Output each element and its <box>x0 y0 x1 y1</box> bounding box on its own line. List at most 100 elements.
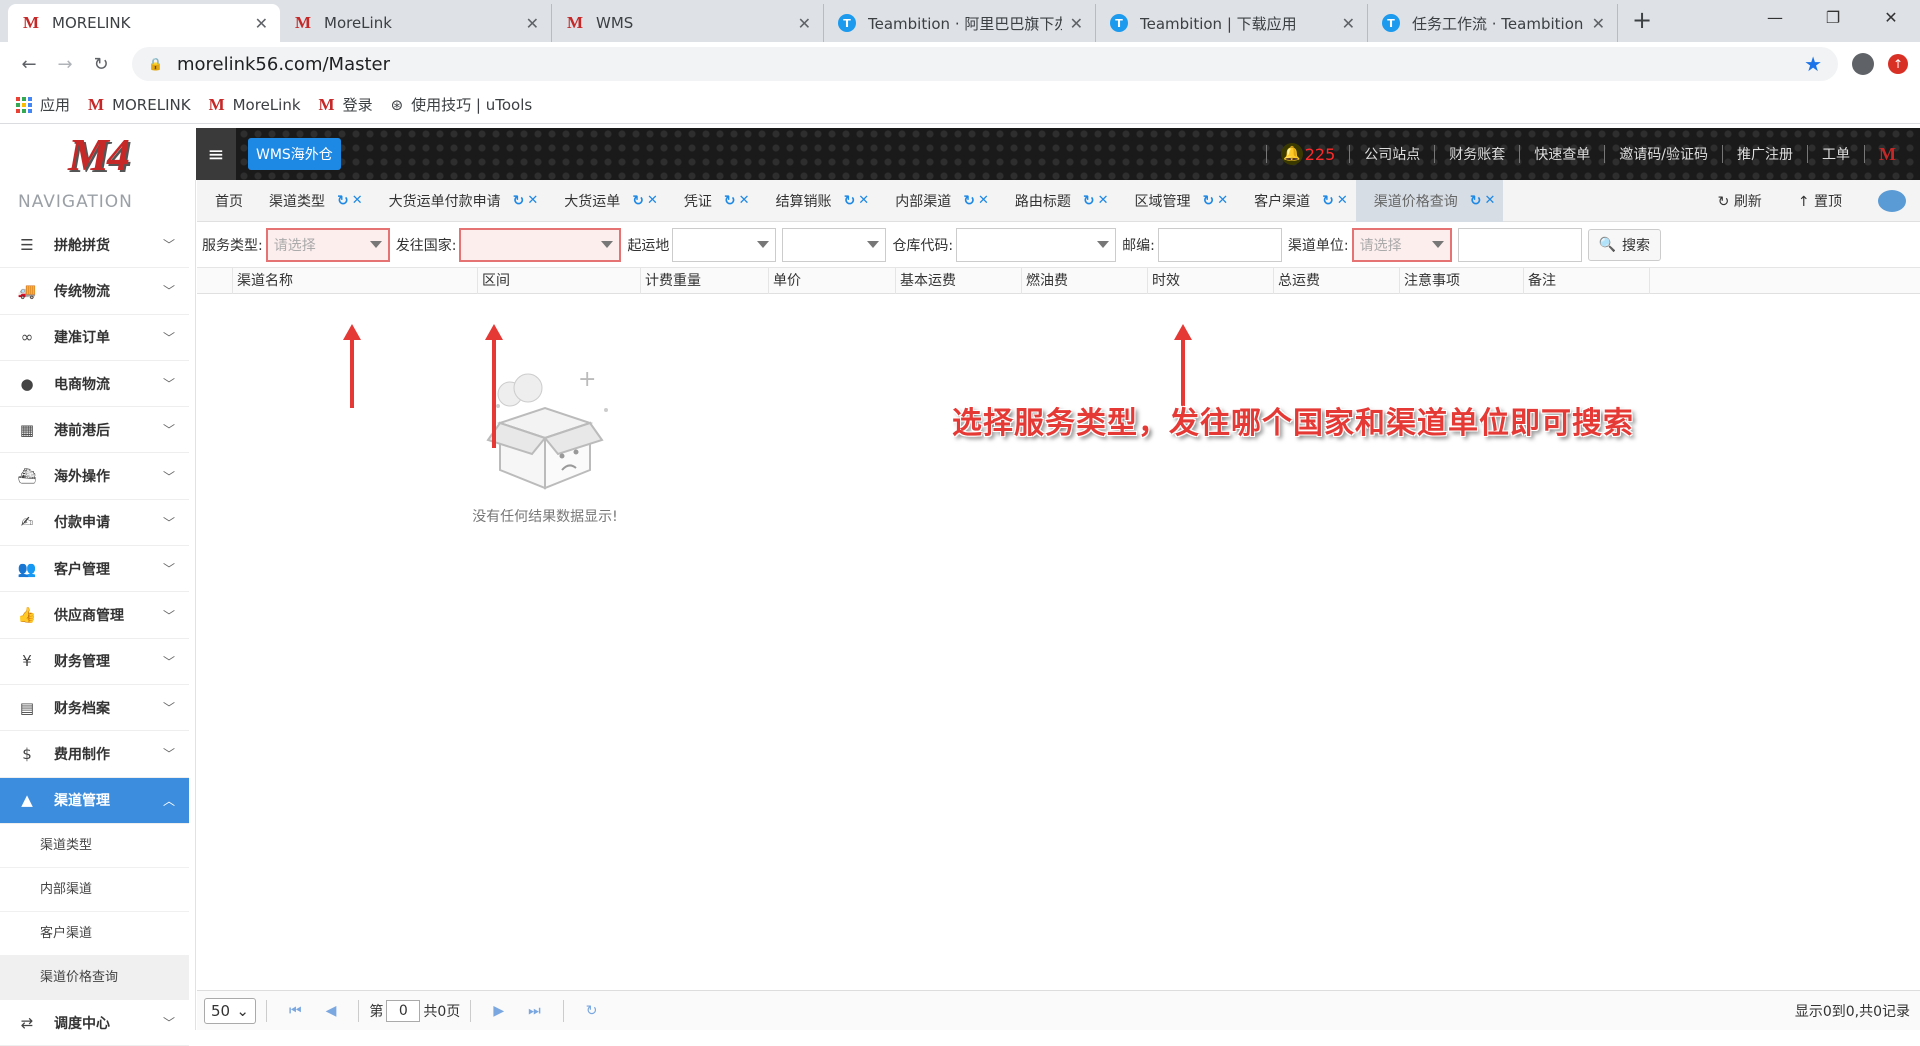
sidebar-item[interactable]: ⇄ 调度中心 ﹀ <box>0 1000 189 1046</box>
browser-tab[interactable]: M MORELINK ✕ <box>8 4 280 42</box>
close-icon[interactable]: ✕ <box>858 193 869 208</box>
zip-input[interactable] <box>1157 227 1282 262</box>
page-tab[interactable]: 区域管理 ↻ ✕ <box>1116 180 1236 222</box>
sidebar-item[interactable]: ∞ 建准订单 ﹀ <box>0 315 189 361</box>
close-icon[interactable]: ✕ <box>1217 193 1228 208</box>
page-tab[interactable]: 凭证 ↻ ✕ <box>666 180 758 222</box>
sidebar-subitem[interactable]: 内部渠道 <box>0 868 189 912</box>
sidebar-item[interactable]: 👥 客户管理 ﹀ <box>0 546 189 593</box>
header-link-ticket[interactable]: 工单 <box>1822 144 1850 164</box>
morelink-logo[interactable]: M4 <box>0 128 196 180</box>
refresh-icon[interactable]: ↻ <box>724 193 736 209</box>
header-link-finance-set[interactable]: 财务账套 <box>1449 144 1505 164</box>
header-link-quick-search[interactable]: 快速查单 <box>1534 144 1590 164</box>
close-icon[interactable]: ✕ <box>1485 193 1496 208</box>
sidebar-subitem[interactable]: 渠道类型 <box>0 824 189 868</box>
close-icon[interactable]: ✕ <box>1337 193 1348 208</box>
sidebar-item[interactable]: ● 电商物流 ﹀ <box>0 361 189 408</box>
bookmark-apps[interactable]: 应用 <box>16 94 70 115</box>
refresh-icon[interactable]: ↻ <box>337 193 349 209</box>
channel-unit-input[interactable] <box>1457 227 1582 262</box>
refresh-icon[interactable]: ↻ <box>632 193 644 209</box>
close-icon[interactable]: ✕ <box>527 193 538 208</box>
sidebar-item[interactable]: $ 费用制作 ﹀ <box>0 731 189 778</box>
refresh-icon[interactable]: ↻ <box>1322 193 1334 209</box>
reload-icon[interactable]: ↻ <box>84 54 118 75</box>
refresh-icon[interactable]: ↻ <box>844 193 856 209</box>
profile-icon[interactable] <box>1852 53 1874 75</box>
forward-icon[interactable]: → <box>48 54 82 75</box>
last-page-icon[interactable]: ⏭ <box>528 1003 541 1019</box>
bookmark-item[interactable]: M MORELINK <box>88 95 191 115</box>
minimize-icon[interactable]: — <box>1746 0 1804 34</box>
new-tab-icon[interactable]: + <box>1632 6 1652 34</box>
refresh-icon[interactable]: ↻ <box>1202 193 1214 209</box>
bookmark-item[interactable]: ⊛ 使用技巧 | uTools <box>391 94 533 115</box>
sidebar-item[interactable]: ▦ 港前港后 ﹀ <box>0 407 189 454</box>
page-tab[interactable]: 内部渠道 ↻ ✕ <box>877 180 997 222</box>
column-header[interactable]: 注意事项 <box>1400 267 1524 294</box>
column-header[interactable]: 备注 <box>1524 267 1650 294</box>
column-header[interactable]: 总运费 <box>1274 267 1400 294</box>
warehouse-code-select[interactable] <box>956 227 1117 262</box>
close-icon[interactable]: ✕ <box>352 193 363 208</box>
browser-tab[interactable]: T 任务工作流 · Teambition ✕ <box>1368 4 1618 42</box>
sidebar-subitem[interactable]: 客户渠道 <box>0 912 189 956</box>
sidebar-item[interactable]: ▤ 财务档案 ﹀ <box>0 685 189 732</box>
sidebar-item[interactable]: 👍 供应商管理 ﹀ <box>0 592 189 639</box>
close-icon[interactable]: ✕ <box>739 193 750 208</box>
page-tab[interactable]: 路由标题 ↻ ✕ <box>997 180 1117 222</box>
column-header[interactable]: 时效 <box>1148 267 1274 294</box>
close-window-icon[interactable]: ✕ <box>1862 0 1920 34</box>
header-link-invite-code[interactable]: 邀请码/验证码 <box>1619 144 1708 164</box>
wms-button[interactable]: WMS海外仓 <box>248 138 341 170</box>
notifications[interactable]: 🔔 225 <box>1280 143 1335 165</box>
sidebar-item[interactable]: ¥ 财务管理 ﹀ <box>0 639 189 685</box>
close-tab-icon[interactable]: ✕ <box>1342 14 1355 33</box>
column-header[interactable]: 单价 <box>769 267 896 294</box>
refresh-icon[interactable]: ↻ <box>963 193 975 209</box>
restore-icon[interactable]: ❐ <box>1804 0 1862 34</box>
sidebar-item-channel-management[interactable]: ▲ 渠道管理 ︿ <box>0 777 189 824</box>
refresh-button[interactable]: ↻ 刷新 <box>1718 191 1762 211</box>
browser-tab[interactable]: T Teambition | 下载应用 ✕ <box>1096 4 1368 42</box>
page-tab-active[interactable]: 渠道价格查询 ↻ ✕ <box>1355 179 1504 222</box>
update-icon[interactable]: ↑ <box>1888 54 1908 74</box>
bookmark-star-icon[interactable]: ★ <box>1804 52 1822 76</box>
close-tab-icon[interactable]: ✕ <box>1070 14 1083 33</box>
page-tab[interactable]: 客户渠道 ↻ ✕ <box>1236 180 1356 222</box>
sidebar-subitem-active[interactable]: 渠道价格查询 <box>0 955 189 1000</box>
url-field[interactable]: 🔒 morelink56.com/Master ★ <box>132 47 1838 81</box>
bookmark-item[interactable]: M MoreLink <box>209 95 301 115</box>
sidebar-item[interactable]: 🚚 传统物流 ﹀ <box>0 268 189 315</box>
column-header[interactable]: 渠道名称 <box>233 267 478 294</box>
bookmark-item[interactable]: M 登录 <box>319 94 373 115</box>
column-header[interactable]: 计费重量 <box>641 267 769 294</box>
search-button[interactable]: 🔍 搜索 <box>1587 228 1662 261</box>
pin-top-button[interactable]: ↑ 置顶 <box>1798 191 1842 211</box>
sidebar-item[interactable]: ⛴ 海外操作 ﹀ <box>0 453 189 500</box>
browser-tab[interactable]: M MoreLink ✕ <box>280 4 552 42</box>
first-page-icon[interactable]: ⏮ <box>289 1003 302 1019</box>
column-header[interactable]: 基本运费 <box>896 267 1022 294</box>
user-logo-icon[interactable]: M <box>1879 144 1896 165</box>
menu-toggle-icon[interactable]: ≡ <box>196 128 236 180</box>
refresh-icon[interactable]: ↻ <box>1470 193 1482 209</box>
page-tab[interactable]: 渠道类型 ↻ ✕ <box>251 180 371 222</box>
page-tab[interactable]: 结算销账 ↻ ✕ <box>758 180 878 222</box>
service-type-select[interactable]: 请选择 <box>265 227 390 262</box>
close-icon[interactable]: ✕ <box>647 193 658 208</box>
sidebar-item[interactable]: ☰ 拼舱拼货 ﹀ <box>0 222 189 269</box>
chatbot-icon[interactable] <box>1878 190 1906 212</box>
header-link-company-site[interactable]: 公司站点 <box>1364 144 1420 164</box>
browser-tab[interactable]: M WMS ✕ <box>552 4 824 42</box>
refresh-icon[interactable]: ↻ <box>1083 193 1095 209</box>
page-number-input[interactable]: 0 <box>386 999 421 1022</box>
page-tab[interactable]: 大货运单 ↻ ✕ <box>546 180 666 222</box>
sidebar-item[interactable]: ✍ 付款申请 ﹀ <box>0 500 189 547</box>
refresh-icon[interactable]: ↻ <box>513 193 525 209</box>
origin-select[interactable] <box>672 227 777 262</box>
close-tab-icon[interactable]: ✕ <box>798 14 811 33</box>
next-page-icon[interactable]: ▶ <box>493 1003 504 1019</box>
back-icon[interactable]: ← <box>12 54 46 75</box>
